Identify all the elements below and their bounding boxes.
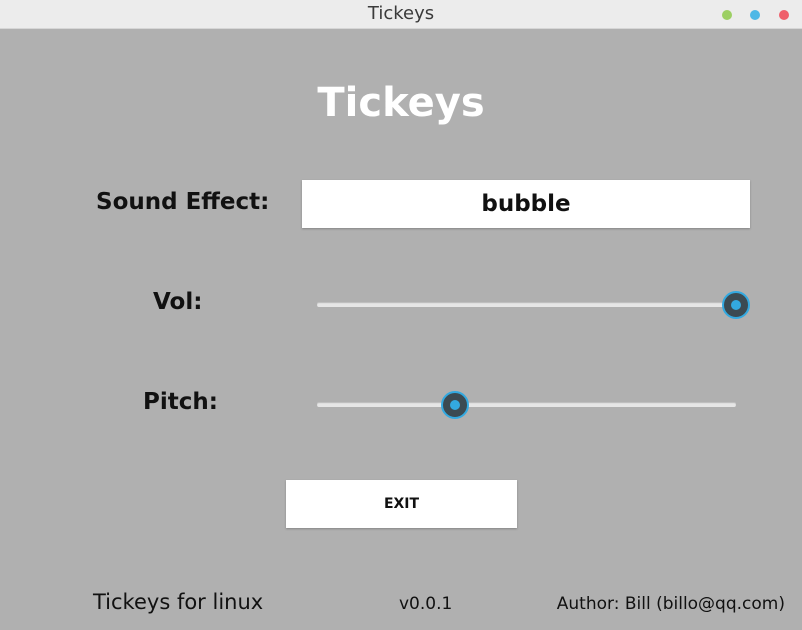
pitch-slider-thumb[interactable]: [441, 391, 470, 419]
maximize-icon[interactable]: [750, 10, 760, 20]
footer-author: Author: Bill (billo@qq.com): [556, 594, 785, 614]
pitch-label: Pitch:: [143, 389, 218, 415]
title-bar[interactable]: Tickeys: [0, 0, 802, 29]
volume-slider[interactable]: [317, 290, 750, 320]
footer-app-name: Tickeys for linux: [93, 590, 264, 614]
window-title: Tickeys: [367, 3, 435, 24]
minimize-icon[interactable]: [722, 10, 732, 20]
sound-effect-select[interactable]: bubble: [302, 180, 750, 228]
app-window: Tickeys Tickeys Sound Effect: bubble Vol…: [0, 0, 802, 630]
volume-slider-thumb[interactable]: [722, 291, 750, 319]
sound-effect-value: bubble: [481, 191, 571, 217]
pitch-slider[interactable]: [317, 390, 736, 420]
footer-version: v0.0.1: [399, 594, 453, 614]
sound-effect-label: Sound Effect:: [96, 189, 270, 215]
exit-button[interactable]: EXIT: [286, 480, 517, 528]
volume-slider-track[interactable]: [317, 302, 736, 307]
app-heading: Tickeys: [317, 80, 485, 126]
pitch-slider-track[interactable]: [317, 402, 736, 407]
close-icon[interactable]: [779, 10, 789, 20]
volume-label: Vol:: [153, 289, 203, 315]
